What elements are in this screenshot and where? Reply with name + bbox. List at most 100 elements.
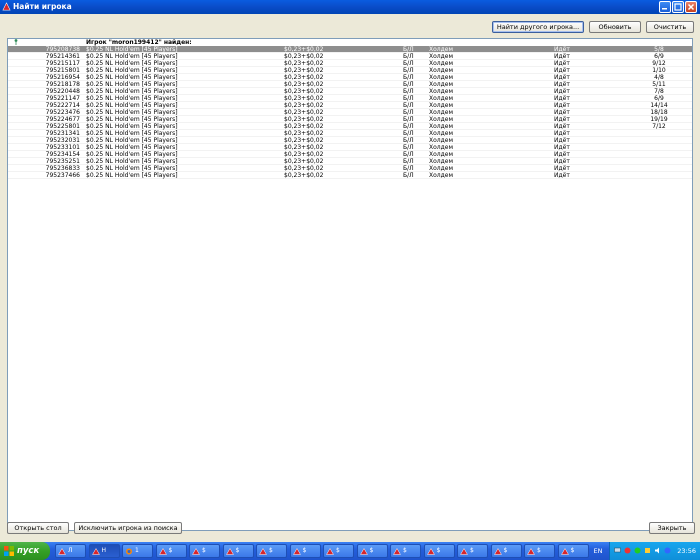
close-button[interactable]: Закрыть [649,522,695,534]
table-row[interactable]: 795208738 $0.25 NL Hold'em [45 Players] $0… [8,46,692,53]
cell-seats: 6/9 [654,95,664,102]
task-label: $ [202,547,206,554]
cell-stakes: $0,23+$0,02 [284,46,324,53]
minimize-button[interactable] [659,1,671,13]
taskbar-task-button[interactable]: 1 [122,544,153,558]
taskbar-task-button[interactable]: Н [88,544,120,558]
cell-name: $0.25 NL Hold'em [45 Players] [86,123,178,130]
table-row[interactable]: 795237466 $0.25 NL Hold'em [45 Players] $0… [8,172,692,179]
cell-game: Холдем [429,123,453,130]
taskbar-task-button[interactable]: $ [457,544,488,558]
taskbar-task-button[interactable]: $ [189,544,220,558]
clock[interactable]: 23:56 [677,542,696,560]
cell-stakes: $0,23+$0,02 [284,88,324,95]
cell-status: Идёт [554,165,570,172]
cell-name: $0.25 NL Hold'em [45 Players] [86,95,178,102]
cell-stakes: $0,23+$0,02 [284,130,324,137]
task-label: Н [101,547,107,554]
cell-name: $0.25 NL Hold'em [45 Players] [86,109,178,116]
minimize-icon [662,8,667,10]
table-row[interactable]: 795221147 $0.25 NL Hold'em [45 Players] $0… [8,95,692,102]
cell-stakes: $0,23+$0,02 [284,137,324,144]
maximize-button[interactable] [672,1,684,13]
taskbar-task-button[interactable]: $ [155,544,187,558]
cell-stakes: $0,23+$0,02 [284,95,324,102]
cell-status: Идёт [554,46,570,53]
refresh-button[interactable]: Обновить [589,21,641,33]
results-list[interactable]: Игрок "moron199412" найден: 795208738 $0.… [7,38,693,531]
cell-id: 795236833 [45,165,80,172]
close-window-button[interactable] [685,1,697,13]
table-row[interactable]: 795218178 $0.25 NL Hold'em [45 Players] $0… [8,81,692,88]
table-row[interactable]: 795223476 $0.25 NL Hold'em [45 Players] $0… [8,109,692,116]
taskbar-task-button[interactable]: $ [323,544,354,558]
cell-game: Холдем [429,53,453,60]
taskbar-task-button[interactable]: Л [55,544,86,558]
taskbar-task-button[interactable]: $ [356,544,388,558]
table-row[interactable]: 795222714 $0.25 NL Hold'em [45 Players] $0… [8,102,692,109]
poker-icon [326,548,334,555]
poker-icon [158,548,167,555]
cell-limit: Б/Л [403,137,414,144]
table-row[interactable]: 795233101 $0.25 NL Hold'em [45 Players] $0… [8,144,692,151]
tray-app-icon[interactable] [664,547,671,554]
taskbar-task-button[interactable]: $ [524,544,555,558]
exclude-player-button[interactable]: Исключить игрока из поиска [74,522,182,534]
table-row[interactable]: 795234154 $0.25 NL Hold'em [45 Players] $0… [8,151,692,158]
cell-id: 795215117 [45,60,80,67]
table-row[interactable]: 795220448 $0.25 NL Hold'em [45 Players] $0… [8,88,692,95]
table-row[interactable]: 795214361 $0.25 NL Hold'em [45 Players] $0… [8,53,692,60]
taskbar-task-button[interactable]: $ [423,544,455,558]
language-indicator[interactable]: EN [590,545,606,557]
tray-app-icon[interactable] [644,547,651,554]
taskbar-task-button[interactable]: $ [390,544,421,558]
tray-app-icon[interactable] [634,547,641,554]
cell-status: Идёт [554,109,570,116]
cell-limit: Б/Л [403,67,414,74]
taskbar-task-button[interactable]: $ [256,544,287,558]
clear-button[interactable]: Очистить [646,21,694,33]
task-label: 1 [135,547,139,554]
cell-game: Холдем [429,60,453,67]
table-row[interactable]: 795236833 $0.25 NL Hold'em [45 Players] $0… [8,165,692,172]
cell-id: 795223476 [45,109,80,116]
cell-game: Холдем [429,109,453,116]
cell-status: Идёт [554,144,570,151]
tray-app-icon[interactable] [624,547,631,554]
poker-icon [393,548,401,555]
cell-limit: Б/Л [403,102,414,109]
taskbar-task-button[interactable]: $ [557,544,589,558]
table-row[interactable]: 795232031 $0.25 NL Hold'em [45 Players] $0… [8,137,692,144]
cell-status: Идёт [554,95,570,102]
taskbar-task-button[interactable]: $ [289,544,321,558]
table-row[interactable]: 795215117 $0.25 NL Hold'em [45 Players] $0… [8,60,692,67]
table-row[interactable]: 795231341 $0.25 NL Hold'em [45 Players] $0… [8,130,692,137]
taskbar-task-button[interactable]: $ [222,544,254,558]
start-button[interactable]: пуск [0,542,50,560]
find-other-player-button[interactable]: Найти другого игрока... [492,21,584,33]
table-row[interactable]: 795235251 $0.25 NL Hold'em [45 Players] $0… [8,158,692,165]
taskbar-task-button[interactable]: $ [490,544,522,558]
table-row[interactable]: 795224677 $0.25 NL Hold'em [45 Players] $0… [8,116,692,123]
cell-seats: 5/8 [654,46,664,53]
cell-limit: Б/Л [403,123,414,130]
cell-stakes: $0,23+$0,02 [284,67,324,74]
cell-name: $0.25 NL Hold'em [45 Players] [86,116,178,123]
cell-stakes: $0,23+$0,02 [284,74,324,81]
cell-limit: Б/Л [403,95,414,102]
cell-limit: Б/Л [403,144,414,151]
cell-id: 795235251 [45,158,80,165]
network-icon[interactable] [614,547,621,554]
table-row[interactable]: 795215801 $0.25 NL Hold'em [45 Players] $0… [8,67,692,74]
volume-icon[interactable] [654,547,661,554]
cell-game: Холдем [429,172,453,179]
table-row[interactable]: 795225801 $0.25 NL Hold'em [45 Players] $0… [8,123,692,130]
cell-name: $0.25 NL Hold'em [45 Players] [86,53,178,60]
cell-seats: 18/18 [650,109,668,116]
cell-name: $0.25 NL Hold'em [45 Players] [86,165,178,172]
table-row[interactable]: 795216954 $0.25 NL Hold'em [45 Players] $0… [8,74,692,81]
cell-seats: 14/14 [650,102,668,109]
cell-limit: Б/Л [403,172,414,179]
open-table-button[interactable]: Открыть стол [7,522,69,534]
cell-status: Идёт [554,116,570,123]
